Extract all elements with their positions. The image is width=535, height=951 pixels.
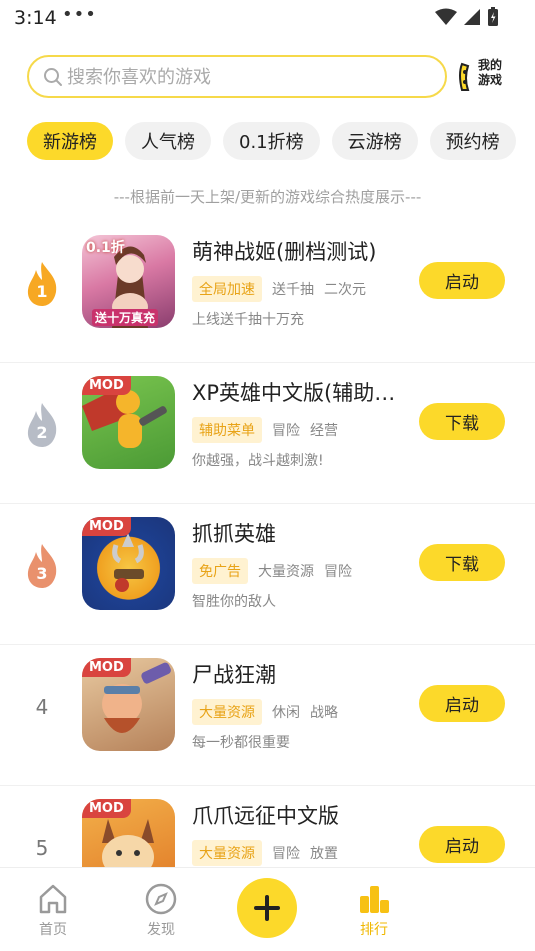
rank-number: 3 [36, 563, 48, 583]
rank-badge: 1 [22, 260, 62, 308]
game-icon[interactable]: MOD [82, 376, 175, 469]
game-tags: 全局加速 送千抽 二次元 [192, 276, 366, 302]
promo-overlay: 送十万真充 [92, 309, 159, 326]
game-title[interactable]: 尸战狂潮 [192, 659, 406, 689]
tab-cloud[interactable]: 云游榜 [331, 122, 418, 160]
search-icon [44, 68, 62, 86]
game-title[interactable]: 萌神战姬(删档测试) [192, 236, 406, 266]
rank-badge: 3 [22, 542, 62, 590]
tab-new-games[interactable]: 新游榜 [27, 122, 113, 160]
mod-badge: MOD [82, 517, 131, 536]
ranking-tabs: 新游榜 人气榜 0.1折榜 云游榜 预约榜 [27, 122, 516, 160]
home-icon [39, 884, 67, 914]
signal-icon [464, 9, 480, 25]
game-tag: 冒险 [272, 423, 300, 439]
game-description: 上线送千抽十万充 [192, 312, 304, 328]
game-tag: 冒险 [272, 846, 300, 862]
game-row[interactable]: 3 MOD 抓抓英雄 免广告 大量资源 冒险 智胜你的敌人 下载 [0, 504, 535, 645]
game-tag: 二次元 [324, 282, 366, 298]
rank-number: 1 [36, 281, 48, 301]
game-row[interactable]: 2 MOD XP英雄中文版(辅助菜单) 辅助菜单 冒险 经营 你越强，战斗越刺激… [0, 363, 535, 504]
game-row[interactable]: 1 0.1折 送十万真充 萌神战姬(删档测试) 全局加速 送千抽 二次元 上线送… [0, 222, 535, 363]
launch-button[interactable]: 启动 [419, 826, 505, 863]
game-title[interactable]: 爪爪远征中文版 [192, 800, 406, 830]
game-icon[interactable]: MOD [82, 658, 175, 751]
highlight-tag: 大量资源 [192, 840, 262, 866]
nav-home-label: 首页 [39, 922, 67, 938]
tab-reservation[interactable]: 预约榜 [429, 122, 516, 160]
game-title[interactable]: 抓抓英雄 [192, 518, 406, 548]
game-tag: 送千抽 [272, 282, 314, 298]
nav-home[interactable]: 首页 [23, 882, 83, 939]
game-list: 1 0.1折 送十万真充 萌神战姬(删档测试) 全局加速 送千抽 二次元 上线送… [0, 222, 535, 927]
ranking-description: ---根据前一天上架/更新的游戏综合热度展示--- [113, 188, 422, 206]
discount-overlay: 0.1折 [86, 240, 125, 256]
launch-button[interactable]: 启动 [419, 685, 505, 722]
rank-number: 4 [35, 695, 49, 719]
game-description: 你越强，战斗越刺激! [192, 453, 324, 469]
game-tag: 休闲 [272, 705, 300, 721]
mod-badge: MOD [82, 799, 131, 818]
tab-popular[interactable]: 人气榜 [125, 122, 211, 160]
highlight-tag: 免广告 [192, 558, 248, 584]
mod-badge: MOD [82, 658, 131, 677]
game-title[interactable]: XP英雄中文版(辅助菜单) [192, 377, 406, 407]
status-icons [435, 7, 499, 27]
game-tag: 冒险 [324, 564, 352, 580]
game-icon[interactable]: 0.1折 送十万真充 [82, 235, 175, 328]
rank-number: 2 [36, 422, 48, 442]
game-tags: 大量资源 休闲 战略 [192, 699, 338, 725]
download-button[interactable]: 下载 [419, 403, 505, 440]
ranking-icon [360, 886, 389, 913]
bottom-nav: 首页 发现 排行 [0, 867, 535, 951]
launch-button[interactable]: 启动 [419, 262, 505, 299]
compass-icon [145, 883, 177, 915]
status-time: 3:14 [14, 7, 57, 29]
rank-number: 5 [35, 836, 49, 860]
my-games-label: 我的游戏 [478, 58, 503, 87]
highlight-tag: 全局加速 [192, 276, 262, 302]
game-tag: 大量资源 [258, 564, 314, 580]
game-description: 智胜你的敌人 [192, 594, 276, 610]
tab-discount[interactable]: 0.1折榜 [223, 122, 320, 160]
rank-badge: 4 [22, 683, 62, 731]
game-tags: 辅助菜单 冒险 经营 [192, 417, 338, 443]
nav-discover[interactable]: 发现 [131, 882, 191, 939]
rank-badge: 2 [22, 401, 62, 449]
status-more-icon: ••• [62, 4, 97, 25]
game-icon[interactable]: MOD [82, 517, 175, 610]
game-description: 每一秒都很重要 [192, 735, 290, 751]
wifi-icon [435, 8, 457, 25]
nav-rank[interactable]: 排行 [344, 882, 404, 939]
game-tags: 免广告 大量资源 冒险 [192, 558, 352, 584]
nav-rank-label: 排行 [360, 922, 388, 938]
search-input[interactable] [67, 63, 437, 91]
search-bar[interactable] [27, 55, 447, 98]
mod-badge: MOD [82, 376, 131, 395]
download-button[interactable]: 下载 [419, 544, 505, 581]
plus-icon [254, 895, 280, 921]
rank-badge: 5 [22, 824, 62, 872]
game-row[interactable]: 4 MOD 尸战狂潮 大量资源 休闲 战略 每一秒都很重要 启动 [0, 645, 535, 786]
game-tag: 经营 [310, 423, 338, 439]
my-games-button[interactable]: 我的游戏 [456, 57, 512, 97]
game-tags: 大量资源 冒险 放置 [192, 840, 338, 866]
game-tag: 放置 [310, 846, 338, 862]
battery-icon [488, 7, 498, 26]
highlight-tag: 大量资源 [192, 699, 262, 725]
add-button[interactable] [237, 878, 297, 938]
nav-discover-label: 发现 [147, 922, 175, 938]
status-bar: 3:14 ••• [0, 0, 535, 36]
game-tag: 战略 [310, 705, 338, 721]
highlight-tag: 辅助菜单 [192, 417, 262, 443]
